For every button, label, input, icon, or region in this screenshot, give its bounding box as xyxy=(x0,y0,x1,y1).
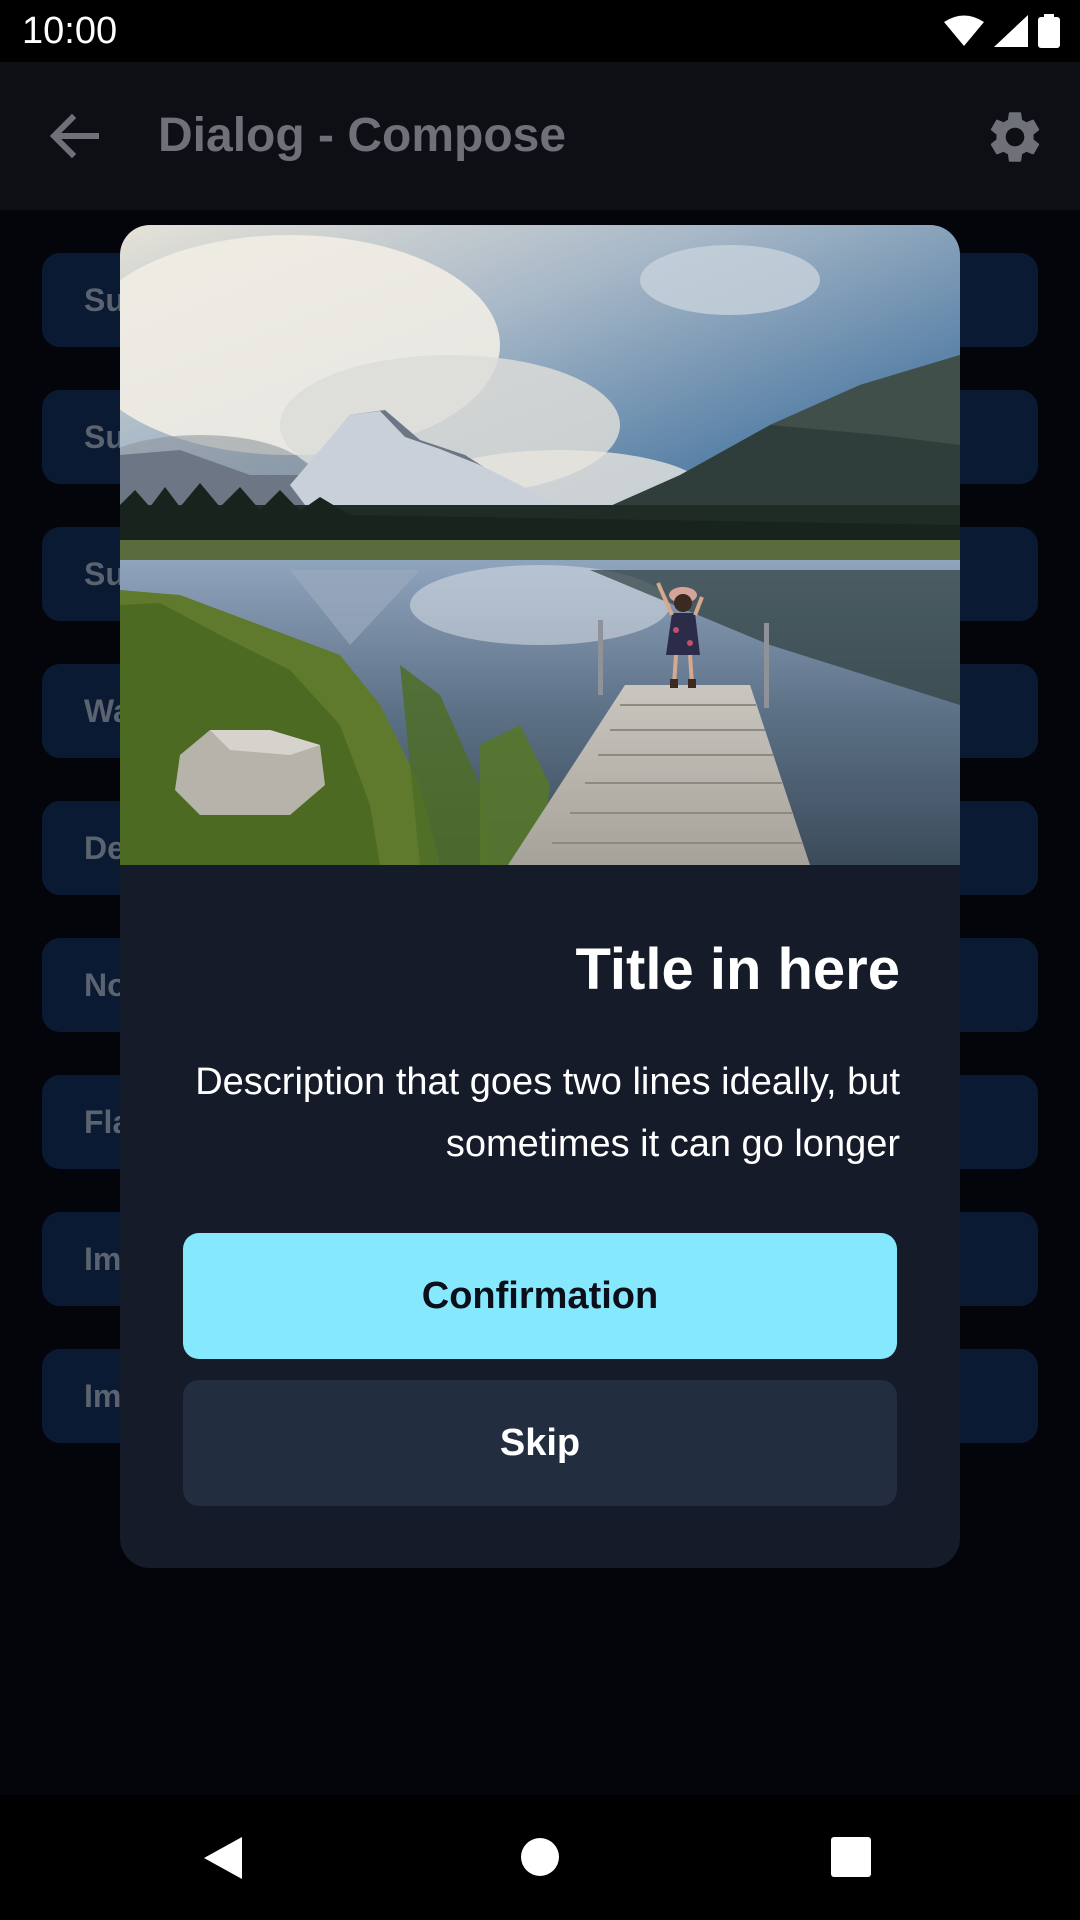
app-bar-title: Dialog - Compose xyxy=(158,109,567,162)
list-item-label: Su xyxy=(84,419,125,455)
list-item-label: Su xyxy=(84,556,125,592)
status-time: 10:00 xyxy=(22,10,118,52)
signal-icon xyxy=(994,15,1028,47)
arrow-back-icon[interactable] xyxy=(48,110,100,162)
list-item-label: Im xyxy=(84,1378,122,1414)
screen: 10:00 Dialog - Compose Su Su Su Wa De No… xyxy=(0,0,1080,1920)
dialog-hero-image xyxy=(120,225,960,865)
confirmation-button[interactable]: Confirmation xyxy=(183,1233,897,1359)
nav-recents-icon[interactable] xyxy=(831,1837,871,1877)
list-item-label: Im xyxy=(84,1241,122,1277)
list-item-label: De xyxy=(84,830,125,866)
dialog-description: Description that goes two lines ideally,… xyxy=(195,1061,900,1165)
system-nav-bar xyxy=(0,1795,1080,1920)
wifi-icon xyxy=(944,15,984,46)
status-icons xyxy=(944,14,1060,48)
status-bar: 10:00 xyxy=(0,0,1080,62)
gear-icon[interactable] xyxy=(984,106,1046,168)
dialog-title: Title in here xyxy=(575,937,900,1002)
dialog: Title in here Description that goes two … xyxy=(120,225,960,1568)
nav-back-icon[interactable] xyxy=(202,1835,244,1881)
skip-button[interactable]: Skip xyxy=(183,1380,897,1506)
battery-icon xyxy=(1038,14,1060,48)
app-bar: Dialog - Compose xyxy=(0,62,1080,210)
nav-home-icon[interactable] xyxy=(520,1837,560,1877)
list-item-label: Su xyxy=(84,282,125,318)
